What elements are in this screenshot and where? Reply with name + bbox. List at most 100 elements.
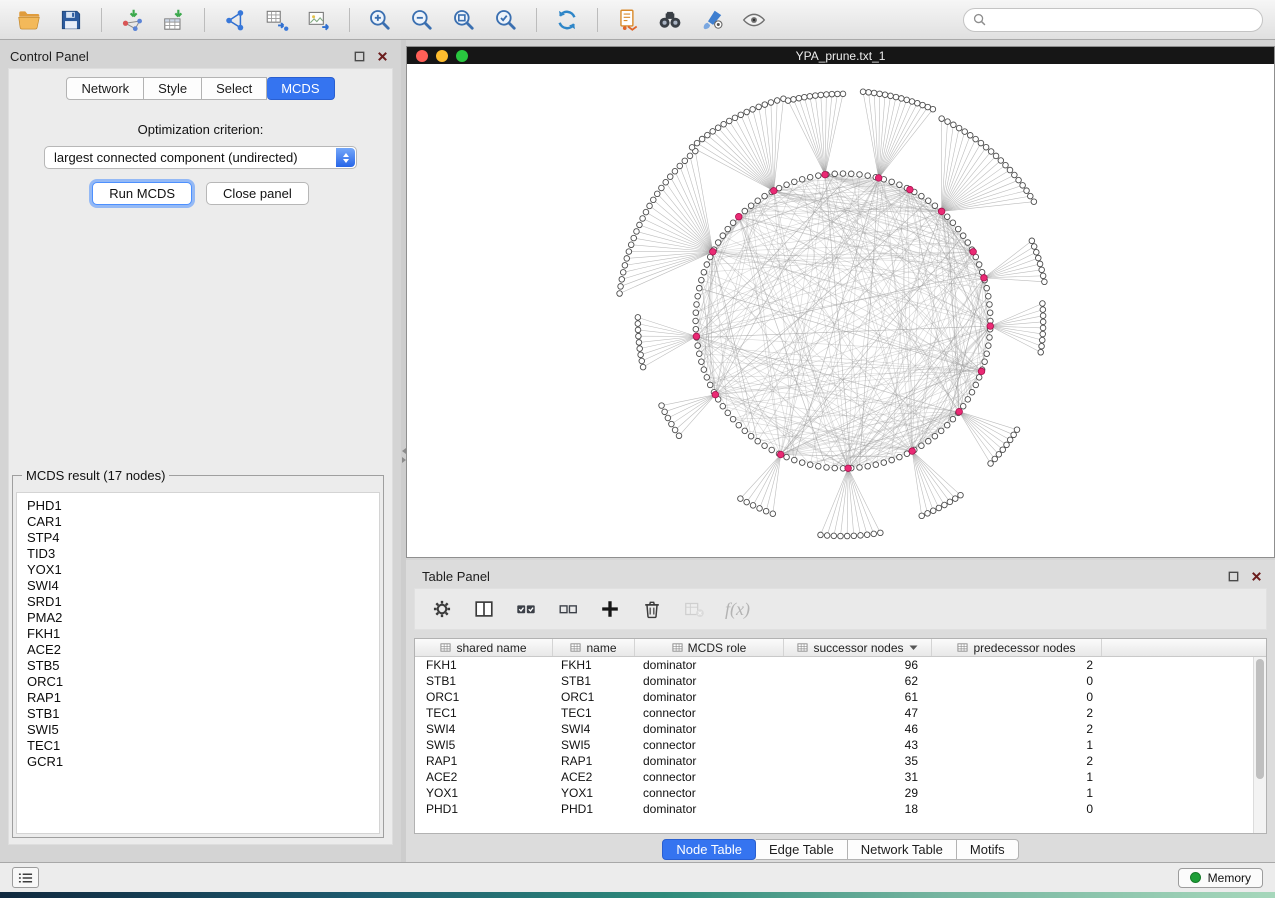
cell-predecessor-nodes: 1 (932, 786, 1102, 800)
float-panel-icon[interactable] (352, 50, 366, 64)
mcds-result-item[interactable]: YOX1 (27, 562, 379, 578)
tab-edge-table[interactable]: Edge Table (756, 839, 848, 860)
close-panel-icon[interactable] (375, 50, 389, 64)
close-table-panel-icon[interactable] (1249, 569, 1263, 583)
delete-row-icon[interactable] (639, 596, 665, 622)
mcds-result-list[interactable]: PHD1CAR1STP4TID3YOX1SWI4SRD1PMA2FKH1ACE2… (16, 492, 380, 834)
import-table-file-icon[interactable] (157, 5, 191, 35)
tab-network-table[interactable]: Network Table (848, 839, 957, 860)
column-header-name[interactable]: name (553, 639, 635, 656)
cell-shared-name: PHD1 (415, 802, 553, 816)
scrollbar-thumb[interactable] (1256, 659, 1264, 779)
import-network-file-icon[interactable] (115, 5, 149, 35)
table-row[interactable]: SWI5SWI5connector431 (415, 737, 1266, 753)
network-from-table-icon[interactable] (260, 5, 294, 35)
mcds-result-item[interactable]: TEC1 (27, 738, 379, 754)
mcds-result-item[interactable]: SWI5 (27, 722, 379, 738)
criterion-dropdown[interactable]: largest connected component (undirected) (44, 146, 357, 169)
new-network-icon[interactable] (218, 5, 252, 35)
maximize-window-icon[interactable] (456, 50, 468, 62)
search-input[interactable] (992, 13, 1253, 27)
cell-shared-name: ACE2 (415, 770, 553, 784)
control-panel-tabs: Network Style Select MCDS (9, 77, 392, 100)
eye-icon[interactable] (737, 5, 771, 35)
table-scrollbar[interactable] (1253, 657, 1266, 833)
column-header-successor-nodes[interactable]: successor nodes (784, 639, 932, 656)
paint-style-icon[interactable] (695, 5, 729, 35)
network-canvas[interactable] (407, 64, 1274, 557)
column-header-mcds-role[interactable]: MCDS role (635, 639, 784, 656)
table-row[interactable]: PHD1PHD1dominator180 (415, 801, 1266, 817)
cell-name: SWI4 (553, 722, 635, 736)
deselect-all-icon[interactable] (555, 596, 581, 622)
tab-mcds[interactable]: MCDS (267, 77, 334, 100)
table-row[interactable]: STB1STB1dominator620 (415, 673, 1266, 689)
mcds-result-item[interactable]: ACE2 (27, 642, 379, 658)
task-history-button[interactable] (12, 867, 39, 888)
table-row[interactable]: YOX1YOX1connector291 (415, 785, 1266, 801)
mcds-result-item[interactable]: CAR1 (27, 514, 379, 530)
memory-label: Memory (1208, 871, 1251, 885)
network-window-titlebar[interactable]: YPA_prune.txt_1 (407, 47, 1274, 64)
table-row[interactable]: ORC1ORC1dominator610 (415, 689, 1266, 705)
mcds-result-item[interactable]: STB5 (27, 658, 379, 674)
minimize-window-icon[interactable] (436, 50, 448, 62)
column-header-predecessor-nodes[interactable]: predecessor nodes (932, 639, 1102, 656)
tab-style[interactable]: Style (144, 77, 202, 100)
settings-icon[interactable] (429, 596, 455, 622)
binoculars-icon[interactable] (653, 5, 687, 35)
add-row-icon[interactable] (597, 596, 623, 622)
table-panel: Table Panel f(x) shared name name (406, 560, 1275, 862)
tab-select[interactable]: Select (202, 77, 267, 100)
export-image-icon[interactable] (302, 5, 336, 35)
mcds-result-item[interactable]: PHD1 (27, 498, 379, 514)
column-header-filler (1102, 639, 1266, 656)
save-session-icon[interactable] (54, 5, 88, 35)
column-icon (570, 642, 581, 653)
tab-motifs[interactable]: Motifs (957, 839, 1019, 860)
tab-node-table[interactable]: Node Table (662, 839, 756, 860)
export-document-icon[interactable] (611, 5, 645, 35)
destroy-table-icon (681, 596, 707, 622)
mcds-result-item[interactable]: TID3 (27, 546, 379, 562)
column-label: MCDS role (688, 641, 747, 655)
mcds-result-title: MCDS result (17 nodes) (22, 468, 169, 483)
close-window-icon[interactable] (416, 50, 428, 62)
mcds-result-item[interactable]: SRD1 (27, 594, 379, 610)
mcds-result-item[interactable]: STP4 (27, 530, 379, 546)
mcds-result-item[interactable]: FKH1 (27, 626, 379, 642)
cell-successor-nodes: 96 (784, 658, 932, 672)
zoom-selected-icon[interactable] (489, 5, 523, 35)
memory-button[interactable]: Memory (1178, 868, 1263, 888)
open-session-icon[interactable] (12, 5, 46, 35)
table-row[interactable]: FKH1FKH1dominator962 (415, 657, 1266, 673)
cell-shared-name: ORC1 (415, 690, 553, 704)
mcds-result-item[interactable]: PMA2 (27, 610, 379, 626)
columns-icon[interactable] (471, 596, 497, 622)
mcds-result-item[interactable]: STB1 (27, 706, 379, 722)
column-icon (957, 642, 968, 653)
table-row[interactable]: ACE2ACE2connector311 (415, 769, 1266, 785)
memory-status-icon (1190, 872, 1201, 883)
table-row[interactable]: TEC1TEC1connector472 (415, 705, 1266, 721)
table-row[interactable]: SWI4SWI4dominator462 (415, 721, 1266, 737)
close-mcds-panel-button[interactable]: Close panel (206, 182, 309, 205)
column-header-shared-name[interactable]: shared name (415, 639, 553, 656)
table-row[interactable]: RAP1RAP1dominator352 (415, 753, 1266, 769)
run-mcds-button[interactable]: Run MCDS (92, 182, 192, 205)
zoom-out-icon[interactable] (405, 5, 439, 35)
select-all-icon[interactable] (513, 596, 539, 622)
mcds-result-item[interactable]: SWI4 (27, 578, 379, 594)
search-box[interactable] (963, 8, 1263, 32)
tab-network[interactable]: Network (66, 77, 144, 100)
refresh-view-icon[interactable] (550, 5, 584, 35)
mcds-result-item[interactable]: GCR1 (27, 754, 379, 770)
mcds-result-item[interactable]: ORC1 (27, 674, 379, 690)
dropdown-stepper-icon (336, 148, 355, 167)
network-graph[interactable] (407, 64, 1274, 557)
mcds-result-group: MCDS result (17 nodes) PHD1CAR1STP4TID3Y… (12, 468, 384, 838)
mcds-result-item[interactable]: RAP1 (27, 690, 379, 706)
zoom-fit-icon[interactable] (447, 5, 481, 35)
float-table-panel-icon[interactable] (1226, 569, 1240, 583)
zoom-in-icon[interactable] (363, 5, 397, 35)
